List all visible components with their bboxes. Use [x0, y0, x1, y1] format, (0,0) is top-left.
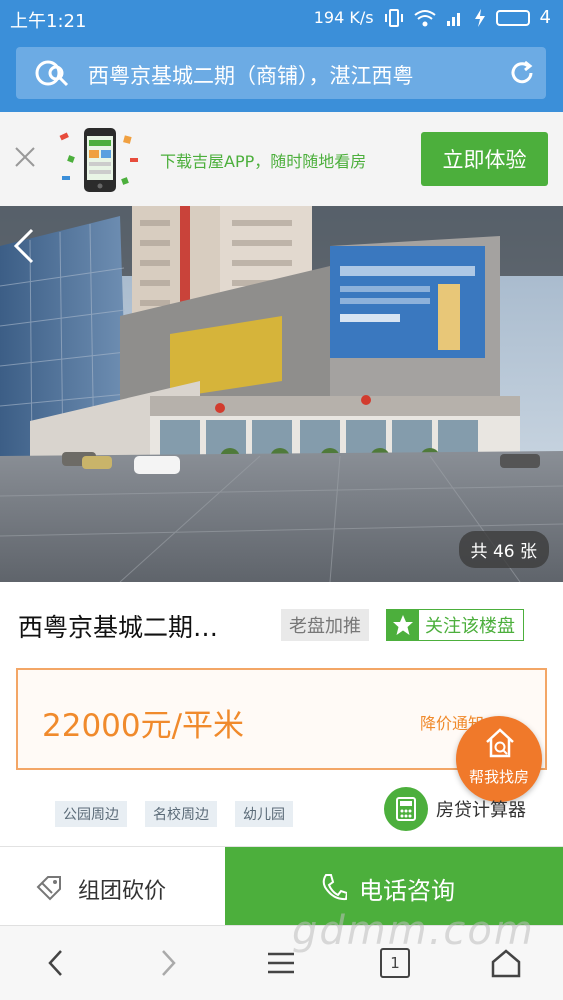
calculator-icon [384, 787, 428, 831]
phone-consult-label: 电话咨询 [359, 877, 455, 905]
phone-illustration-icon [59, 128, 138, 192]
house-search-icon [486, 728, 514, 758]
star-icon [387, 610, 419, 640]
app-promo-text: 下载吉屋APP，随时随地看房 [160, 152, 367, 171]
search-query[interactable]: 西粤京基城二期（商铺），湛江西粤 [88, 60, 414, 90]
photo-count-badge[interactable]: 共 46 张 [458, 531, 549, 568]
feature-tag: 名校周边 [145, 801, 217, 827]
search-bar[interactable]: 西粤京基城二期（商铺），湛江西粤 [16, 47, 546, 99]
tag-icon [36, 876, 61, 901]
browser-back-icon[interactable] [46, 948, 66, 978]
site-logo-icon [35, 60, 69, 87]
listing-status-badge: 老盘加推 [281, 609, 369, 641]
mortgage-calculator-label: 房贷计算器 [436, 800, 526, 821]
feature-tag: 幼儿园 [235, 801, 293, 827]
back-arrow-icon[interactable] [10, 226, 38, 266]
battery-icon [495, 9, 530, 26]
property-photo[interactable]: 共 46 张 [0, 206, 563, 582]
price-per-sqm: 22000元/平米 [42, 708, 245, 744]
feature-tag: 公园周边 [55, 801, 127, 827]
battery-level: 4 [539, 7, 551, 28]
close-icon[interactable] [14, 146, 36, 168]
follow-property-button[interactable]: 关注该楼盘 [386, 609, 524, 641]
watermark: gdmm.com [292, 908, 535, 954]
network-speed: 194 K/s [313, 8, 374, 27]
browser-forward-icon[interactable] [158, 948, 178, 978]
clock: 上午1:21 [10, 11, 87, 32]
charging-icon [474, 8, 485, 27]
app-download-banner: 下载吉屋APP，随时随地看房 立即体验 [0, 112, 563, 206]
listing-title: 西粤京基城二期… [18, 613, 219, 642]
follow-property-label: 关注该楼盘 [425, 616, 515, 637]
listing-title-row: 西粤京基城二期… 老盘加推 关注该楼盘 [0, 600, 563, 648]
group-bargain-button[interactable]: 组团砍价 [0, 847, 225, 925]
status-icons: 194 K/s 4 [314, 7, 551, 28]
phone-icon [322, 874, 347, 901]
try-now-button[interactable]: 立即体验 [421, 132, 548, 186]
signal-icon [446, 12, 460, 26]
mortgage-calculator-button[interactable]: 房贷计算器 [384, 787, 526, 831]
building-photo-image [0, 206, 563, 582]
wifi-icon [413, 9, 436, 26]
refresh-icon[interactable] [508, 59, 536, 87]
vibrate-icon [384, 8, 403, 27]
group-bargain-label: 组团砍价 [78, 879, 167, 904]
header: 西粤京基城二期（商铺），湛江西粤 [0, 36, 563, 112]
status-bar: 上午1:21 194 K/s 4 [0, 0, 563, 36]
find-house-label: 帮我找房 [468, 768, 529, 786]
